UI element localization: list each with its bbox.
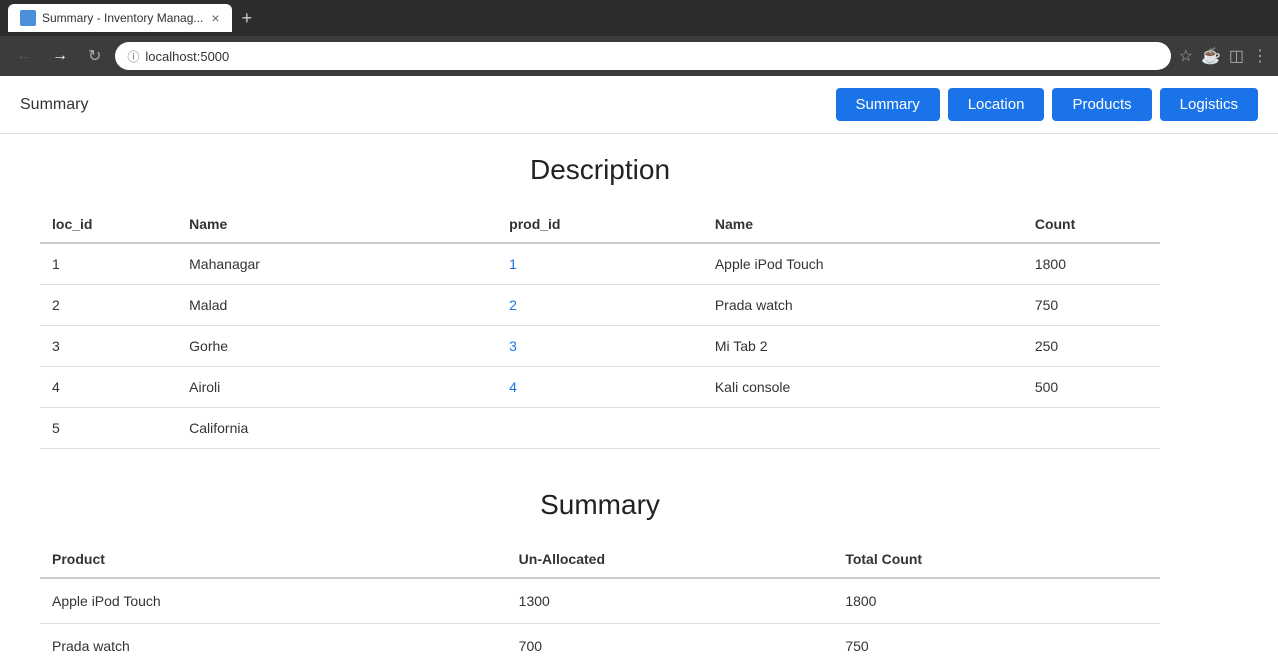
col-header-prod-name: Name [703,206,1023,243]
browser-chrome: Summary - Inventory Manag... × + ← → ↻ ⓘ… [0,0,1278,76]
tab-bar: Summary - Inventory Manag... × + [0,0,1278,36]
app-header: Summary Summary Location Products Logist… [0,76,1278,134]
description-title: Description [40,154,1160,186]
cell-prod-name: Kali console [703,367,1023,408]
col-header-unallocated: Un-Allocated [507,541,834,578]
cell-loc-name: California [177,408,497,449]
cell-prod-name [703,408,1023,449]
table-row: 1 Mahanagar 1 Apple iPod Touch 1800 [40,243,1160,285]
url-bar[interactable]: ⓘ localhost:5000 [115,42,1170,70]
profile-icon[interactable]: ☕ [1201,46,1221,66]
cell-loc-name: Malad [177,285,497,326]
cell-prod-id [497,408,703,449]
cell-count: 250 [1023,326,1160,367]
back-button[interactable]: ← [10,45,38,67]
summary-title: Summary [40,489,1160,521]
cell-prod-name: Apple iPod Touch [703,243,1023,285]
cell-loc-id: 2 [40,285,177,326]
nav-location-button[interactable]: Location [948,88,1045,121]
cell-count [1023,408,1160,449]
cell-unallocated: 1300 [507,578,834,624]
cell-product: Apple iPod Touch [40,578,507,624]
cell-count: 1800 [1023,243,1160,285]
main-content: Description loc_id Name prod_id Name Cou… [0,134,1200,657]
cell-count: 500 [1023,367,1160,408]
cell-prod-id[interactable]: 4 [497,367,703,408]
tab-title: Summary - Inventory Manag... [42,11,203,25]
cell-loc-id: 5 [40,408,177,449]
url-text: localhost:5000 [145,49,229,64]
nav-products-button[interactable]: Products [1052,88,1151,121]
cell-loc-id: 3 [40,326,177,367]
cell-count: 750 [1023,285,1160,326]
description-table-header: loc_id Name prod_id Name Count [40,206,1160,243]
col-header-loc-name: Name [177,206,497,243]
cell-prod-name: Mi Tab 2 [703,326,1023,367]
cell-prod-id[interactable]: 2 [497,285,703,326]
cell-prod-id[interactable]: 3 [497,326,703,367]
cell-loc-name: Gorhe [177,326,497,367]
summary-table-header: Product Un-Allocated Total Count [40,541,1160,578]
cell-total: 1800 [833,578,1160,624]
address-bar: ← → ↻ ⓘ localhost:5000 ☆ ☕ ◫ ⋮ [0,36,1278,76]
extensions-icon[interactable]: ◫ [1229,46,1244,66]
cell-prod-id[interactable]: 1 [497,243,703,285]
page-wrapper: Summary Summary Location Products Logist… [0,76,1278,657]
summary-table: Product Un-Allocated Total Count Apple i… [40,541,1160,657]
app-logo: Summary [20,96,88,114]
cell-loc-id: 4 [40,367,177,408]
col-header-total: Total Count [833,541,1160,578]
cell-product: Prada watch [40,624,507,657]
table-row: 2 Malad 2 Prada watch 750 [40,285,1160,326]
description-table: loc_id Name prod_id Name Count 1 Mahanag… [40,206,1160,449]
summary-section: Summary Product Un-Allocated Total Count… [40,489,1160,657]
col-header-product: Product [40,541,507,578]
nav-logistics-button[interactable]: Logistics [1160,88,1258,121]
browser-actions: ☆ ☕ ◫ ⋮ [1179,46,1268,66]
col-header-loc-id: loc_id [40,206,177,243]
active-tab[interactable]: Summary - Inventory Manag... × [8,4,232,32]
table-row: 5 California [40,408,1160,449]
col-header-count: Count [1023,206,1160,243]
forward-button[interactable]: → [46,45,74,67]
nav-buttons: Summary Location Products Logistics [836,88,1258,121]
bookmark-icon[interactable]: ☆ [1179,46,1193,66]
reload-button[interactable]: ↻ [82,44,107,68]
nav-summary-button[interactable]: Summary [836,88,940,121]
menu-icon[interactable]: ⋮ [1252,46,1268,66]
new-tab-button[interactable]: + [236,8,259,29]
cell-loc-id: 1 [40,243,177,285]
tab-favicon [20,10,36,26]
cell-prod-name: Prada watch [703,285,1023,326]
col-header-prod-id: prod_id [497,206,703,243]
table-row: Prada watch 700 750 [40,624,1160,657]
cell-unallocated: 700 [507,624,834,657]
table-row: 4 Airoli 4 Kali console 500 [40,367,1160,408]
table-row: 3 Gorhe 3 Mi Tab 2 250 [40,326,1160,367]
cell-loc-name: Mahanagar [177,243,497,285]
cell-loc-name: Airoli [177,367,497,408]
tab-close-button[interactable]: × [211,10,219,26]
cell-total: 750 [833,624,1160,657]
lock-icon: ⓘ [127,48,139,65]
table-row: Apple iPod Touch 1300 1800 [40,578,1160,624]
